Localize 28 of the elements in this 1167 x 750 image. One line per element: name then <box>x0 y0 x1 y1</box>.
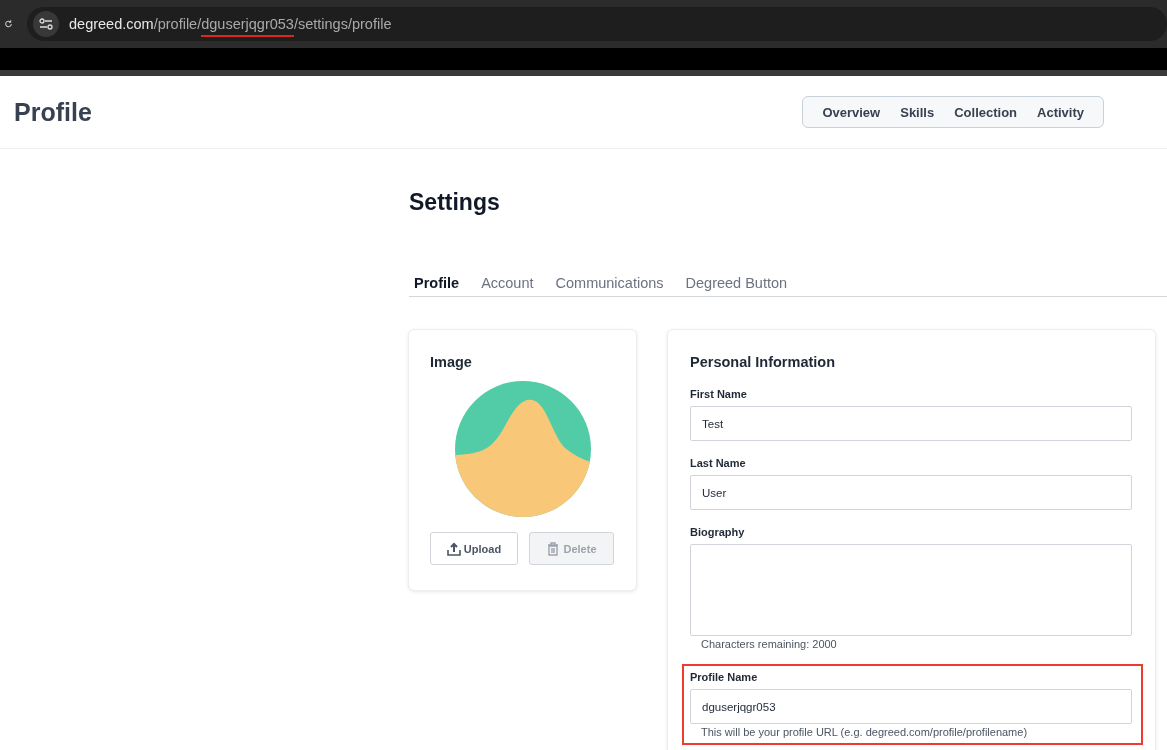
address-bar[interactable]: degreed.com/profile/dguserjqgr053/settings/profile <box>27 7 1167 41</box>
nav-tab[interactable]: Skills <box>890 98 945 126</box>
upload-icon <box>446 541 461 556</box>
field-hint: This will be your profile URL (e.g. degreed.com/profile/profilename) <box>701 726 1029 738</box>
text-field[interactable]: dguserjqgr053 <box>690 689 1132 724</box>
field-label: Profile Name <box>690 671 759 683</box>
settings-tab[interactable]: Account <box>476 272 539 296</box>
settings-title: Settings <box>409 189 501 216</box>
site-settings-icon[interactable] <box>33 11 59 37</box>
trash-icon <box>546 541 561 556</box>
settings-tab[interactable]: Communications <box>550 272 669 296</box>
field-hint: Characters remaining: 2000 <box>701 638 838 650</box>
settings-tab[interactable]: Profile <box>409 272 465 296</box>
field-label: Last Name <box>690 457 747 469</box>
text-field[interactable]: Test <box>690 406 1132 441</box>
field-label: Biography <box>690 526 746 538</box>
text-field[interactable]: User <box>690 475 1132 510</box>
settings-tab[interactable]: Degreed Button <box>680 272 793 296</box>
upload-button[interactable]: Upload <box>430 532 518 565</box>
nav-tab[interactable]: Collection <box>944 98 1028 126</box>
biography-field[interactable] <box>690 544 1132 636</box>
page-title: Profile <box>14 97 92 127</box>
nav-tab[interactable]: Activity <box>1027 98 1094 126</box>
url-text[interactable]: degreed.com/profile/dguserjqgr053/settings/profile <box>69 9 392 39</box>
nav-tab[interactable]: Overview <box>812 98 891 126</box>
card-title: Personal Information <box>690 354 837 370</box>
field-label: First Name <box>690 388 748 400</box>
card-title: Image <box>430 354 473 370</box>
